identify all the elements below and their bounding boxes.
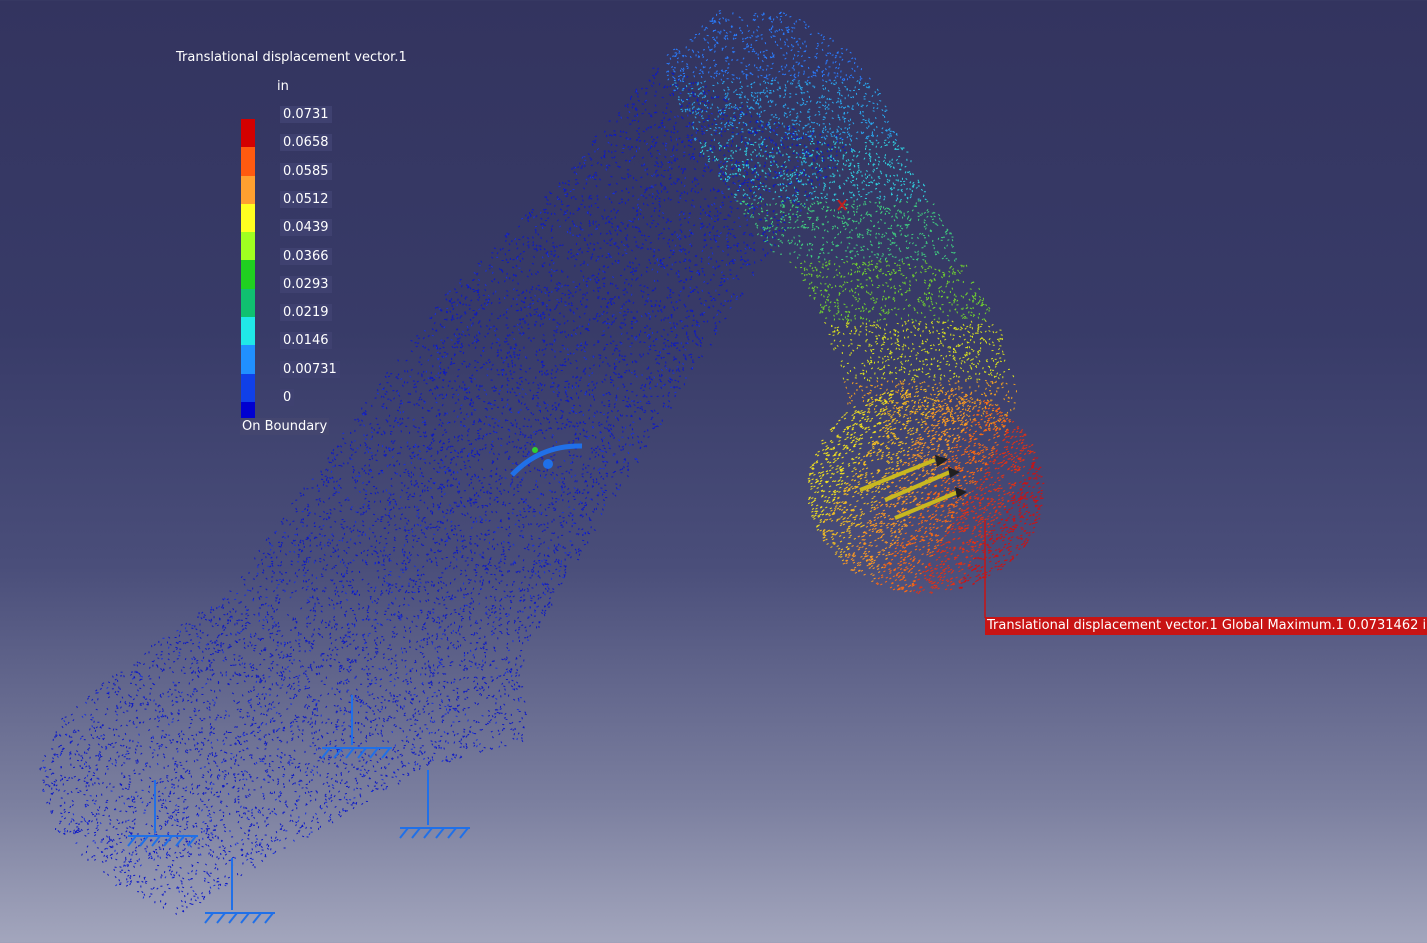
color-scale-value: 0.0439 <box>280 219 332 237</box>
color-scale-segment <box>241 147 255 176</box>
on-boundary-label: On Boundary <box>240 418 330 435</box>
color-scale-segment <box>241 175 255 204</box>
color-scale-segment <box>241 345 255 374</box>
color-scale-value: 0.0585 <box>280 162 332 180</box>
color-scale-segment <box>241 260 255 289</box>
color-scale-value: 0.0293 <box>280 275 332 293</box>
color-scale-segment <box>241 288 255 318</box>
color-scale-value: 0.00731 <box>280 360 340 378</box>
color-scale-segment <box>241 373 255 402</box>
color-scale-value: 0.0731 <box>280 106 332 123</box>
legend-title: Translational displacement vector.1 <box>176 50 407 65</box>
color-scale-value: 0.0219 <box>280 304 332 322</box>
3d-viewport[interactable] <box>0 0 1427 943</box>
color-scale-segment <box>241 232 255 261</box>
color-scale-value: 0 <box>280 389 295 406</box>
color-scale-segment <box>241 317 255 346</box>
color-scale-value: 0.0512 <box>280 190 332 208</box>
red-marker <box>837 199 847 211</box>
global-maximum-label[interactable]: Translational displacement vector.1 Glob… <box>985 617 1427 635</box>
color-scale-value: 0.0366 <box>280 247 332 265</box>
color-scale-bar <box>241 119 255 431</box>
color-scale-value: 0.0658 <box>280 134 332 152</box>
color-scale-segment <box>241 203 255 233</box>
color-scale-value: 0.0146 <box>280 332 332 350</box>
legend-unit: in <box>277 79 289 94</box>
displacement-mesh <box>39 9 1045 915</box>
color-scale-segment <box>241 119 255 148</box>
